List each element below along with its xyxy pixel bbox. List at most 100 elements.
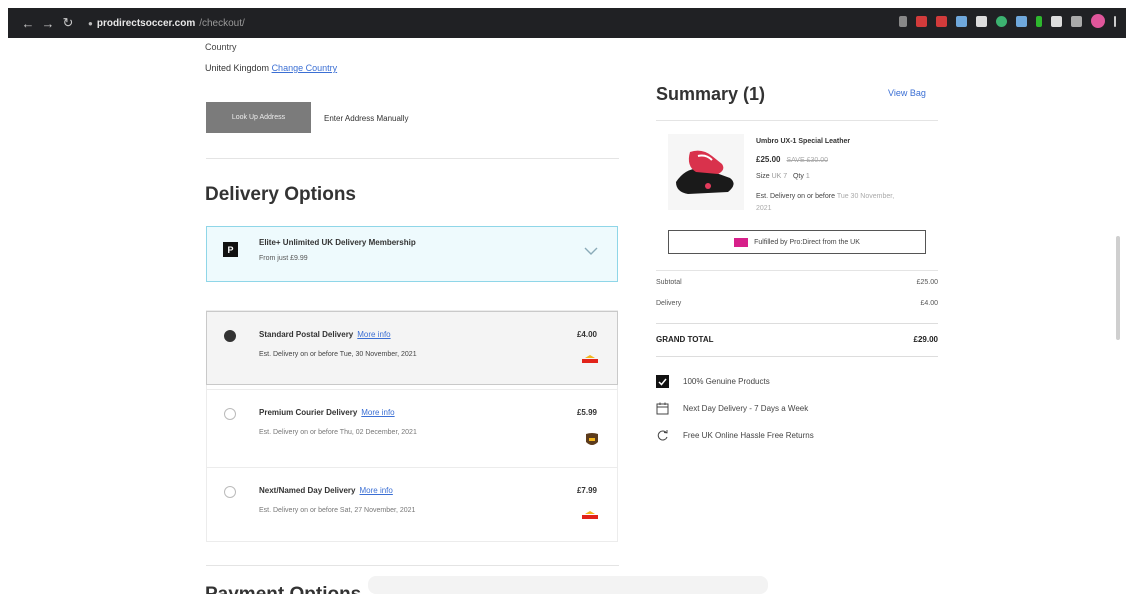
elite-title: Elite+ Unlimited UK Delivery Membership [259,238,416,247]
extension-icon[interactable] [956,15,967,27]
calendar-icon [656,402,669,415]
elite-logo-icon: P [223,242,238,257]
ups-icon [586,433,598,445]
delivery-option-standard[interactable]: Standard Postal Delivery More info Est. D… [206,311,618,385]
delivery-option-name: Next/Named Day Delivery More info [259,486,393,495]
bottom-bar [368,576,768,594]
uk-flag-icon [734,237,749,247]
product-delivery-estimate: Est. Delivery on or before Tue 30 Novemb… [756,191,906,215]
extension-icon[interactable] [976,15,987,27]
back-icon[interactable]: ← [18,16,38,31]
summary-title: Summary (1) [656,84,766,104]
url-path: /checkout/ [199,17,245,29]
country-value: United Kingdom [205,63,270,73]
genuine-icon [656,375,669,388]
royal-mail-icon [582,355,598,363]
delivery-option-premium[interactable]: Premium Courier Delivery More info Est. D… [207,389,617,463]
profile-avatar[interactable] [1091,14,1105,28]
grand-total-row: GRAND TOTAL £29.00 [656,335,938,344]
product-delivery-label: Est. Delivery on or before [756,193,835,200]
delivery-row: Delivery £4.00 [656,300,938,307]
qty-label: Qty [792,173,804,180]
delivery-price: £5.99 [576,408,597,417]
delivery-option-list: Standard Postal Delivery More info Est. D… [206,310,618,542]
divider [656,120,938,121]
product-saving: SAVE £30.00 [786,157,828,164]
option-name-text: Next/Named Day Delivery [259,486,356,495]
delivery-value: £4.00 [920,300,938,307]
chevron-down-icon[interactable] [583,243,599,259]
qty-value: 1 [805,173,810,180]
country-label: Country [205,42,237,52]
perk-text: 100% Genuine Products [683,377,770,386]
more-info-link[interactable]: More info [361,408,394,417]
subtotal-value: £25.00 [916,279,938,286]
url-domain: prodirectsoccer.com [96,17,196,29]
checkout-page: Country United Kingdom Change Country Lo… [8,38,1126,594]
lock-icon: ● [88,18,93,28]
delivery-label: Delivery [656,300,682,307]
grand-total-value: £29.00 [913,335,938,344]
radio-unselected[interactable] [224,408,236,420]
elite-membership-banner[interactable]: P Elite+ Unlimited UK Delivery Membershi… [206,226,618,282]
subtotal-label: Subtotal [656,279,682,286]
extension-icon[interactable] [1051,15,1062,27]
option-name-text: Standard Postal Delivery [259,330,354,339]
delivery-price: £7.99 [576,486,597,495]
divider [656,323,938,324]
address-bar[interactable]: ● prodirectsoccer.com/checkout/ [88,18,245,29]
size-value: UK 7 [771,173,788,180]
delivery-option-name: Standard Postal Delivery More info [259,330,391,339]
divider [656,270,938,271]
delivery-estimate: Est. Delivery on or before Sat, 27 Novem… [259,507,416,514]
forward-icon[interactable]: → [38,16,58,31]
delivery-estimate: Est. Delivery on or before Thu, 02 Decem… [259,429,417,436]
delivery-price: £4.00 [576,330,597,339]
lookup-address-button[interactable]: Look Up Address [206,102,311,133]
returns-icon [657,430,668,441]
perk-text: Next Day Delivery - 7 Days a Week [683,404,809,413]
extension-icon[interactable] [1071,15,1082,27]
divider [206,158,619,159]
extension-icons [899,14,1116,28]
payment-options-title: Payment Options [205,584,361,594]
radio-selected[interactable] [224,330,236,342]
elite-subtitle: From just £9.99 [259,255,308,262]
fulfilled-text: Fulfilled by Pro:Direct from the UK [754,238,860,246]
extension-icon[interactable] [996,15,1007,27]
change-country-link[interactable]: Change Country [272,63,338,73]
reload-icon[interactable]: ↻ [58,15,78,31]
extension-icon[interactable] [916,15,927,27]
more-info-link[interactable]: More info [360,486,393,495]
option-name-text: Premium Courier Delivery [259,408,358,417]
divider [656,356,938,357]
more-info-link[interactable]: More info [357,330,390,339]
country-row: United Kingdom Change Country [205,63,337,73]
product-price-row: £25.00 SAVE £30.00 [756,155,828,164]
extension-icon[interactable] [936,15,947,27]
delivery-estimate: Est. Delivery on or before Tue, 30 Novem… [259,351,417,358]
perk-returns: Free UK Online Hassle Free Returns [656,429,814,442]
extension-icon[interactable] [1016,15,1027,27]
product-image[interactable] [668,134,744,210]
divider [206,565,619,566]
browser-toolbar: ← → ↻ ● prodirectsoccer.com/checkout/ [8,8,1126,38]
enter-address-manually-link[interactable]: Enter Address Manually [324,114,409,123]
menu-icon[interactable] [1114,15,1116,27]
extension-icon[interactable] [1036,15,1042,27]
page-scrollbar[interactable] [1116,236,1120,340]
grand-total-label: GRAND TOTAL [656,335,714,344]
perk-text: Free UK Online Hassle Free Returns [683,431,814,440]
delivery-option-next-day[interactable]: Next/Named Day Delivery More info Est. De… [207,467,617,541]
product-size-qty: Size UK 7 Qty 1 [756,173,810,180]
view-bag-link[interactable]: View Bag [888,88,926,98]
fulfilled-by-badge: Fulfilled by Pro:Direct from the UK [668,230,926,254]
royal-mail-icon [582,511,598,519]
radio-unselected[interactable] [224,486,236,498]
delivery-options-title: Delivery Options [205,184,356,205]
bookmark-icon[interactable] [899,15,907,27]
product-name[interactable]: Umbro UX-1 Special Leather [756,138,850,145]
delivery-option-name: Premium Courier Delivery More info [259,408,395,417]
size-label: Size [756,173,770,180]
subtotal-row: Subtotal £25.00 [656,279,938,286]
